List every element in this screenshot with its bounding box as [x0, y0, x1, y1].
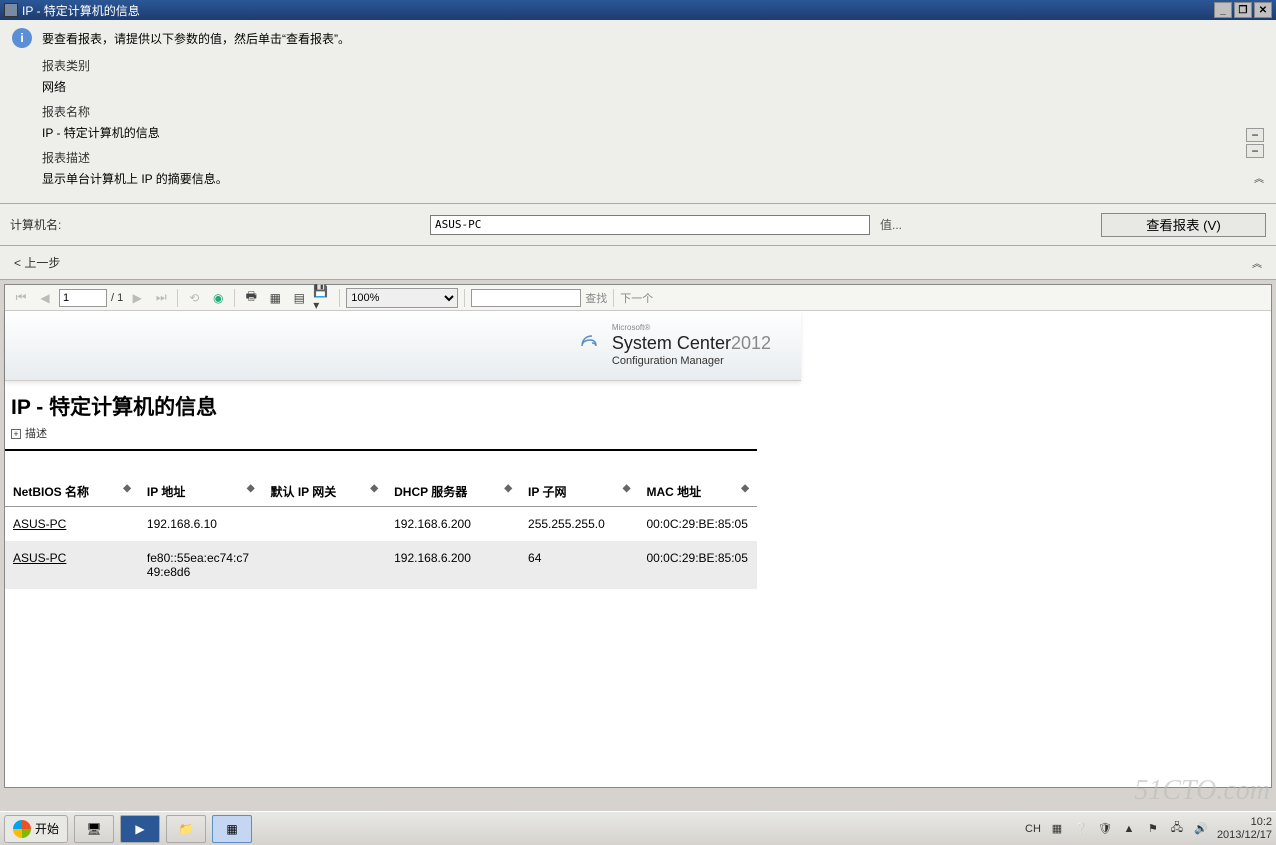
parameter-bar: 计算机名: 值... 查看报表 (V) — [0, 204, 1276, 246]
window-title: IP - 特定计算机的信息 — [22, 2, 140, 19]
logo-year-text: 2012 — [731, 333, 771, 353]
close-button[interactable]: ✕ — [1254, 2, 1272, 18]
system-center-logo: Microsoft® System Center2012 Configurati… — [580, 323, 771, 367]
col-gateway[interactable]: 默认 IP 网关◆ — [263, 477, 387, 507]
search-next-button[interactable]: 下一个 — [620, 290, 653, 306]
cell-mac: 00:0C:29:BE:85:05 — [638, 507, 757, 542]
tray-icon-2[interactable]: 🛡 — [1097, 821, 1113, 837]
page-total-label: / 1 — [111, 292, 123, 304]
export-button[interactable]: 💾▾ — [313, 288, 333, 308]
col-netbios[interactable]: NetBIOS 名称◆ — [5, 477, 139, 507]
app-icon — [4, 3, 18, 17]
logo-sc-text: System Center — [612, 333, 731, 353]
print-layout-button[interactable]: ▦ — [265, 288, 285, 308]
system-tray: CH ▦ ❔ 🛡 ▲ ⚑ 🖧 🔊 10:2 2013/12/17 — [1025, 816, 1272, 840]
window-titlebar: IP - 特定计算机的信息 _ ❐ ✕ — [0, 0, 1276, 20]
computer-name-label: 计算机名: — [10, 216, 430, 233]
search-input[interactable] — [471, 289, 581, 307]
cell-subnet: 255.255.255.0 — [520, 507, 638, 542]
report-name-value: IP - 特定计算机的信息 — [42, 124, 1246, 141]
col-dhcp[interactable]: DHCP 服务器◆ — [386, 477, 520, 507]
chevron-up-icon[interactable]: ︽ — [1254, 170, 1264, 185]
first-page-button[interactable]: ⏮ — [11, 288, 31, 308]
value-hint[interactable]: 值... — [880, 216, 902, 233]
category-label: 报表类别 — [42, 57, 1246, 74]
back-button[interactable]: < 上一步 — [14, 254, 60, 271]
cell-gateway — [263, 507, 387, 542]
report-title: IP - 特定计算机的信息 — [5, 381, 1271, 423]
cell-subnet: 64 — [520, 541, 638, 589]
computer-name-input[interactable] — [430, 215, 870, 235]
taskbar-app-1[interactable]: 🖥 — [74, 815, 114, 843]
stop-button[interactable]: ◉ — [208, 288, 228, 308]
page-setup-button[interactable]: ▤ — [289, 288, 309, 308]
logo-cm-text: Configuration Manager — [612, 355, 771, 368]
table-header-row: NetBIOS 名称◆ IP 地址◆ 默认 IP 网关◆ DHCP 服务器◆ I… — [5, 477, 757, 507]
netbios-link[interactable]: ASUS-PC — [13, 517, 66, 531]
tray-clock[interactable]: 10:2 2013/12/17 — [1217, 816, 1272, 840]
page-number-input[interactable] — [59, 289, 107, 307]
report-toolbar: ⏮ ◀ / 1 ▶ ⏭ ⟲ ◉ 🖶 ▦ ▤ 💾▾ 100% 查找 下一个 — [5, 285, 1271, 311]
tray-flag-icon[interactable]: ⚑ — [1145, 821, 1161, 837]
category-value: 网络 — [42, 78, 1246, 95]
cell-dhcp: 192.168.6.200 — [386, 507, 520, 542]
back-nav-button[interactable]: ⟲ — [184, 288, 204, 308]
collapse-down-button[interactable]: − — [1246, 144, 1264, 158]
taskbar-app-2[interactable]: ▶ — [120, 815, 160, 843]
taskbar: 开始 🖥 ▶ 📁 ▦ CH ▦ ❔ 🛡 ▲ ⚑ 🖧 🔊 10:2 2013/12… — [0, 811, 1276, 845]
description-toggle[interactable]: +描述 — [5, 423, 757, 451]
back-bar: < 上一步 ︽ — [0, 246, 1276, 280]
report-desc-value: 显示单台计算机上 IP 的摘要信息。 — [42, 170, 1246, 187]
report-name-label: 报表名称 — [42, 103, 1246, 120]
report-content: IP - 特定计算机的信息 +描述 NetBIOS 名称◆ IP 地址◆ 默认 … — [5, 381, 1271, 787]
ime-indicator[interactable]: CH — [1025, 823, 1041, 835]
netbios-link[interactable]: ASUS-PC — [13, 551, 66, 565]
view-report-button[interactable]: 查看报表 (V) — [1101, 213, 1266, 237]
start-label: 开始 — [35, 820, 59, 837]
tray-sound-icon[interactable]: 🔊 — [1193, 821, 1209, 837]
tray-up-icon[interactable]: ▲ — [1121, 821, 1137, 837]
report-desc-label: 报表描述 — [42, 149, 1246, 166]
cell-gateway — [263, 541, 387, 589]
table-row: ASUS-PC 192.168.6.10 192.168.6.200 255.2… — [5, 507, 757, 542]
col-mac[interactable]: MAC 地址◆ — [638, 477, 757, 507]
maximize-button[interactable]: ❐ — [1234, 2, 1252, 18]
swirl-icon — [580, 334, 604, 358]
zoom-select[interactable]: 100% — [346, 288, 458, 308]
cell-mac: 00:0C:29:BE:85:05 — [638, 541, 757, 589]
print-button[interactable]: 🖶 — [241, 288, 261, 308]
next-page-button[interactable]: ▶ — [127, 288, 147, 308]
prev-page-button[interactable]: ◀ — [35, 288, 55, 308]
logo-ms-text: Microsoft® — [612, 323, 771, 333]
info-panel: i 要查看报表，请提供以下参数的值，然后单击“查看报表”。 报表类别 网络 报表… — [0, 20, 1276, 204]
tray-icon-1[interactable]: ▦ — [1049, 821, 1065, 837]
cell-ip: fe80::55ea:ec74:c749:e8d6 — [139, 541, 263, 589]
chevron-up-icon-2[interactable]: ︽ — [1252, 255, 1262, 270]
last-page-button[interactable]: ⏭ — [151, 288, 171, 308]
taskbar-app-3[interactable]: 📁 — [166, 815, 206, 843]
search-button[interactable]: 查找 — [585, 290, 607, 306]
cell-ip: 192.168.6.10 — [139, 507, 263, 542]
data-table: NetBIOS 名称◆ IP 地址◆ 默认 IP 网关◆ DHCP 服务器◆ I… — [5, 477, 757, 589]
col-subnet[interactable]: IP 子网◆ — [520, 477, 638, 507]
cell-dhcp: 192.168.6.200 — [386, 541, 520, 589]
start-button[interactable]: 开始 — [4, 815, 68, 843]
minimize-button[interactable]: _ — [1214, 2, 1232, 18]
tray-help-icon[interactable]: ❔ — [1073, 821, 1089, 837]
collapse-up-button[interactable]: − — [1246, 128, 1264, 142]
tray-net-icon[interactable]: 🖧 — [1169, 821, 1185, 837]
instruction-text: 要查看报表，请提供以下参数的值，然后单击“查看报表”。 — [42, 28, 1246, 47]
table-row: ASUS-PC fe80::55ea:ec74:c749:e8d6 192.16… — [5, 541, 757, 589]
col-ip[interactable]: IP 地址◆ — [139, 477, 263, 507]
info-icon: i — [12, 28, 32, 48]
report-viewer: ⏮ ◀ / 1 ▶ ⏭ ⟲ ◉ 🖶 ▦ ▤ 💾▾ 100% 查找 下一个 Mic… — [4, 284, 1272, 788]
taskbar-app-4[interactable]: ▦ — [212, 815, 252, 843]
report-header: Microsoft® System Center2012 Configurati… — [5, 311, 801, 381]
windows-orb-icon — [13, 820, 31, 838]
